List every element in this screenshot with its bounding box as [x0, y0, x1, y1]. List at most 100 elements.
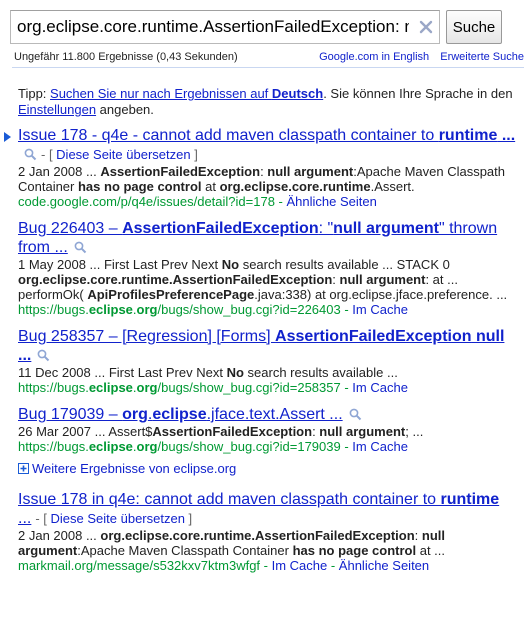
- url-separator: -: [340, 380, 353, 395]
- result-item: Issue 178 in q4e: cannot add maven class…: [0, 490, 532, 574]
- result-title-link[interactable]: Bug 258357 – [Regression] [Forms] Assert…: [18, 328, 504, 364]
- cache-link[interactable]: Im Cache: [272, 558, 328, 573]
- snippet-part: has no page control: [292, 543, 417, 558]
- snippet-part: 11 Dec 2008 ... First Last Prev Next: [18, 365, 227, 380]
- tip-prefix: Tipp:: [18, 86, 51, 101]
- title-part: null: [475, 328, 505, 345]
- settings-link[interactable]: Einstellungen: [18, 102, 96, 117]
- result-title: Bug 258357 – [Regression] [Forms] Assert…: [18, 327, 518, 365]
- cache-link[interactable]: Im Cache: [352, 302, 408, 317]
- german-results-link[interactable]: Suchen Sie nur nach Ergebnissen auf Deut…: [50, 86, 323, 101]
- translate-wrap: - [ Diese Seite übersetzen ]: [41, 147, 198, 162]
- result-url: markmail.org/message/s532kxv7ktm3wfgf: [18, 558, 261, 573]
- result-title: Bug 179039 – org.eclipse.jface.text.Asse…: [18, 405, 518, 424]
- snippet-part: 2 Jan 2008 ...: [18, 528, 101, 543]
- cache-link[interactable]: Im Cache: [352, 439, 408, 454]
- snippet-part: null argument: [339, 272, 426, 287]
- similar-pages-link[interactable]: Ähnliche Seiten: [339, 558, 429, 573]
- search-button[interactable]: Suche: [446, 10, 502, 44]
- result-item: Bug 179039 – org.eclipse.jface.text.Asse…: [0, 405, 532, 455]
- title-part: runtime: [438, 127, 498, 144]
- tip-middle: . Sie können Ihre Sprache in den: [323, 86, 513, 101]
- plus-icon[interactable]: [18, 463, 29, 474]
- url-part: https://bugs.: [18, 380, 89, 395]
- result-url: code.google.com/p/q4e/issues/detail?id=1…: [18, 194, 275, 209]
- snippet-part: ApiProfilesPreferencePage: [87, 287, 255, 302]
- result-url-line: https://bugs.eclipse.org/bugs/show_bug.c…: [18, 439, 518, 455]
- magnifier-icon[interactable]: [37, 349, 50, 362]
- result-item: Issue 178 - q4e - cannot add maven class…: [0, 126, 532, 210]
- more-results-link[interactable]: Weitere Ergebnisse von eclipse.org: [32, 461, 236, 476]
- url-separator: -: [260, 558, 272, 573]
- title-part: Bug 258357 – [Regression] [Forms]: [18, 328, 276, 345]
- url-separator: -: [327, 558, 339, 573]
- title-part: Issue 178 in q4e: cannot add maven class…: [18, 491, 441, 508]
- snippet-part: org.eclipse.core.runtime.AssertionFailed…: [18, 272, 333, 287]
- result-title-link[interactable]: Bug 226403 – AssertionFailedException: "…: [18, 220, 497, 256]
- snippet-part: .java:338) at org.eclipse.jface.preferen…: [254, 287, 508, 302]
- snippet-part: at ...: [416, 543, 446, 558]
- result-url-line: code.google.com/p/q4e/issues/detail?id=1…: [18, 194, 518, 210]
- arrow-icon: [4, 132, 11, 142]
- url-part: /bugs/show_bug.cgi?id=226403: [157, 302, 341, 317]
- title-part: AssertionFailedException: [275, 328, 472, 345]
- search-input[interactable]: [17, 15, 409, 39]
- title-part: AssertionFailedException: [122, 220, 319, 237]
- title-part: eclipse: [152, 406, 207, 423]
- magnifier-icon[interactable]: [74, 241, 87, 254]
- result-url: https://bugs.eclipse.org/bugs/show_bug.c…: [18, 302, 341, 317]
- title-part: Issue 178 - q4e - cannot add maven class…: [18, 127, 439, 144]
- url-part: org: [136, 302, 158, 317]
- url-part: eclipse: [88, 439, 133, 454]
- magnifier-icon[interactable]: [349, 408, 362, 421]
- title-part: ...: [497, 127, 516, 144]
- snippet-part: :: [332, 272, 340, 287]
- result-title-link[interactable]: Bug 179039 – org.eclipse.jface.text.Asse…: [18, 406, 343, 423]
- result-item: Bug 258357 – [Regression] [Forms] Assert…: [0, 327, 532, 396]
- translate-wrap: - [ Diese Seite übersetzen ]: [35, 511, 193, 526]
- title-part: Bug 226403 –: [18, 220, 123, 237]
- similar-pages-link[interactable]: Ähnliche Seiten: [287, 194, 377, 209]
- snippet-part: AssertionFailedException: [152, 424, 313, 439]
- snippet-part: search results available ...: [243, 365, 398, 380]
- url-part: https://bugs.: [18, 439, 89, 454]
- header-divider: [12, 67, 524, 68]
- translate-link[interactable]: Diese Seite übersetzen: [56, 147, 190, 162]
- snippet-part: null argument: [319, 424, 406, 439]
- result-url-line: markmail.org/message/s532kxv7ktm3wfgf - …: [18, 558, 518, 574]
- search-input-box[interactable]: [10, 10, 440, 44]
- result-snippet: 1 May 2008 ... First Last Prev Next No s…: [18, 257, 518, 302]
- tip-suffix: angeben.: [96, 102, 154, 117]
- result-url: https://bugs.eclipse.org/bugs/show_bug.c…: [18, 439, 341, 454]
- close-icon[interactable]: [416, 17, 436, 37]
- german-results-link-text: Suchen Sie nur nach Ergebnissen auf: [50, 86, 272, 101]
- title-part: ...: [18, 347, 32, 364]
- url-separator: -: [340, 439, 353, 454]
- snippet-part: null argument: [267, 164, 354, 179]
- snippet-part: org.eclipse.core.runtime.AssertionFailed…: [100, 528, 415, 543]
- result-snippet: 2 Jan 2008 ... AssertionFailedException:…: [18, 164, 518, 194]
- magnifier-icon[interactable]: [24, 148, 37, 161]
- url-part: eclipse: [88, 380, 133, 395]
- result-title: Bug 226403 – AssertionFailedException: "…: [18, 219, 518, 257]
- snippet-part: No: [221, 257, 240, 272]
- advanced-search-link[interactable]: Erweiterte Suche: [440, 51, 524, 63]
- result-url-line: https://bugs.eclipse.org/bugs/show_bug.c…: [18, 380, 518, 396]
- result-title: Issue 178 in q4e: cannot add maven class…: [18, 490, 518, 528]
- english-link[interactable]: Google.com in English: [319, 51, 429, 63]
- snippet-part: 1 May 2008 ... First Last Prev Next: [18, 257, 222, 272]
- result-item: Bug 226403 – AssertionFailedException: "…: [0, 219, 532, 318]
- more-results: Weitere Ergebnisse von eclipse.org: [0, 461, 532, 476]
- cache-link[interactable]: Im Cache: [352, 380, 408, 395]
- result-snippet: 11 Dec 2008 ... First Last Prev Next No …: [18, 365, 518, 380]
- translate-link[interactable]: Diese Seite übersetzen: [51, 511, 185, 526]
- result-title-link[interactable]: Issue 178 - q4e - cannot add maven class…: [18, 127, 515, 144]
- result-snippet: 26 Mar 2007 ... Assert$AssertionFailedEx…: [18, 424, 518, 439]
- snippet-part: No: [226, 365, 244, 380]
- snippet-part: 26 Mar 2007 ... Assert$: [18, 424, 153, 439]
- snippet-part: at: [201, 179, 220, 194]
- result-url-line: https://bugs.eclipse.org/bugs/show_bug.c…: [18, 302, 518, 318]
- title-part: .jface.text.Assert ...: [206, 406, 343, 423]
- title-part: : ": [318, 220, 334, 237]
- url-part: https://bugs.: [18, 302, 89, 317]
